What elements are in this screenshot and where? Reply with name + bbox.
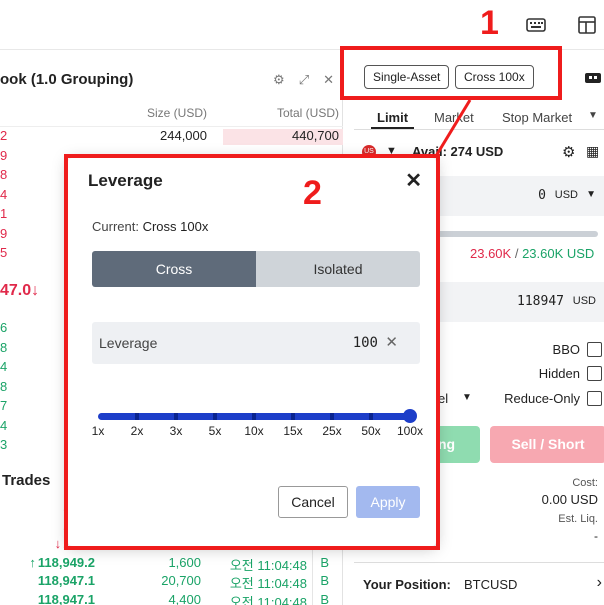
annotation-connector xyxy=(434,99,472,157)
